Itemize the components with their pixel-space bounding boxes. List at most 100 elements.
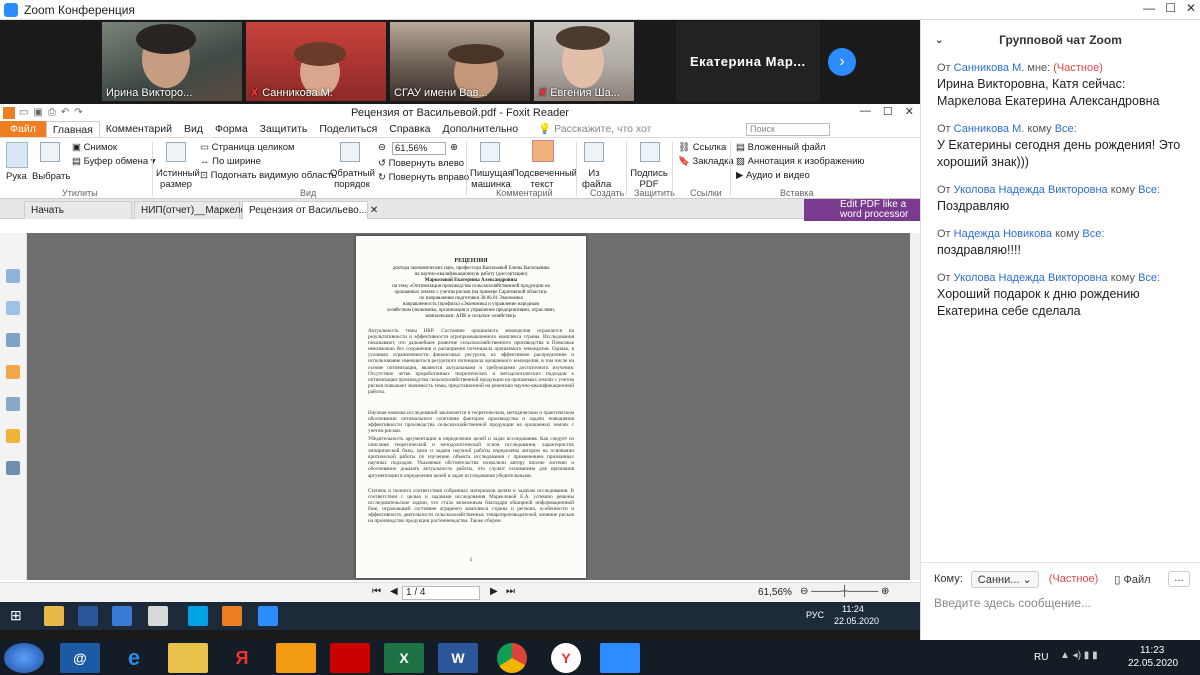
actual-size-button[interactable]: Истинный размер: [156, 168, 200, 190]
foxit-icon[interactable]: [222, 606, 242, 626]
zoom-out-icon[interactable]: ⊖: [378, 142, 386, 153]
word-icon[interactable]: W: [438, 643, 478, 673]
typewriter-icon[interactable]: [480, 142, 500, 162]
pages-icon[interactable]: [6, 269, 20, 283]
word-icon[interactable]: [78, 606, 98, 626]
reflow-button[interactable]: Обратный порядок: [330, 168, 375, 190]
edit-pdf-ad[interactable]: Edit PDF like a word processor: [804, 199, 920, 221]
sender-name[interactable]: Санникова М.: [954, 62, 1025, 74]
sender-name[interactable]: Санникова М.: [954, 123, 1025, 135]
fit-visible-button[interactable]: ⊡ Подогнать видимую область: [200, 170, 337, 181]
menu-share[interactable]: Поделиться: [313, 121, 383, 137]
signature-icon[interactable]: [6, 333, 20, 347]
clipboard-button[interactable]: ▤ Буфер обмена ▾: [72, 156, 156, 167]
typewriter-button[interactable]: Пишущая машинка: [470, 168, 513, 190]
fit-page-button[interactable]: ▭ Страница целиком: [200, 142, 295, 153]
chevron-down-icon[interactable]: ⌄: [935, 35, 943, 46]
undo-icon[interactable]: ↶: [61, 107, 69, 118]
mail-icon[interactable]: @: [60, 643, 100, 673]
snapshot-button[interactable]: ▣ Снимок: [72, 142, 117, 153]
language-indicator[interactable]: РУС: [806, 610, 824, 620]
menu-file[interactable]: Файл: [0, 121, 46, 137]
first-page-icon[interactable]: ⏮: [372, 586, 381, 597]
chat-message-input[interactable]: Введите здесь сообщение...: [934, 596, 1091, 610]
more-button[interactable]: ...: [1168, 571, 1190, 587]
chrome-icon[interactable]: [148, 606, 168, 626]
windows-start-icon[interactable]: ⊞: [10, 607, 22, 624]
tab-nip-report[interactable]: НИП(отчет)__Маркело...: [134, 201, 254, 219]
ie-icon[interactable]: e: [114, 643, 154, 673]
attached-file-button[interactable]: ▤ Вложенный файл: [736, 142, 826, 153]
tell-me-input[interactable]: 💡 Расскажите, что хот: [532, 121, 657, 137]
pdf-reader-icon[interactable]: [330, 643, 370, 673]
sender-name[interactable]: Уколова Надежда Викторовна: [954, 184, 1108, 196]
menu-protect[interactable]: Защитить: [254, 121, 314, 137]
print-icon[interactable]: ⎙: [48, 107, 56, 118]
select-tool[interactable]: Выбрать: [32, 171, 70, 182]
file-explorer-icon[interactable]: [44, 606, 64, 626]
select-icon[interactable]: [40, 142, 60, 162]
hand-tool[interactable]: Рука: [6, 171, 27, 182]
maximize-icon[interactable]: ☐: [1165, 1, 1176, 15]
highlight-button[interactable]: Подсвеченный текст: [512, 168, 577, 190]
zoom-icon[interactable]: [258, 606, 278, 626]
recipient-select[interactable]: Санни... ⌄: [970, 570, 1039, 588]
close-icon[interactable]: ✕: [1186, 1, 1196, 15]
lock-icon[interactable]: [6, 429, 20, 443]
sender-name[interactable]: Надежда Новикова: [954, 228, 1052, 240]
fit-width-button[interactable]: ↔ По ширине: [200, 156, 261, 167]
zoom-icon[interactable]: [600, 643, 640, 673]
participant-tile[interactable]: ✘ Евгения Ша...: [534, 22, 634, 101]
rotate-left-button[interactable]: ↺ Повернуть влево: [378, 158, 464, 169]
close-icon[interactable]: ✕: [905, 105, 914, 118]
minimize-icon[interactable]: —: [1143, 1, 1155, 15]
link-button[interactable]: ⛓ Ссылка: [678, 142, 726, 153]
comments-icon[interactable]: [6, 365, 20, 379]
participant-tile[interactable]: Екатерина Мар...: [676, 22, 820, 101]
zoom-input[interactable]: 61,56%: [392, 142, 446, 155]
signature-pen-icon[interactable]: [640, 142, 660, 162]
attachment-icon[interactable]: [6, 397, 20, 411]
last-page-icon[interactable]: ⏭: [506, 586, 515, 597]
audio-video-button[interactable]: ▶ Аудио и видео: [736, 170, 810, 181]
file-button[interactable]: ▯ Файл: [1114, 573, 1150, 586]
edit-icon[interactable]: [6, 461, 20, 475]
participant-tile[interactable]: Ирина Викторо...: [102, 22, 242, 101]
teamviewer-icon[interactable]: [112, 606, 132, 626]
media-player-icon[interactable]: [276, 643, 316, 673]
search-input[interactable]: Поиск: [746, 122, 830, 136]
open-icon[interactable]: ▭: [19, 107, 28, 118]
yandex-browser-icon[interactable]: Y: [551, 643, 581, 673]
minimize-icon[interactable]: —: [860, 105, 871, 118]
image-annotation-button[interactable]: ▨ Аннотация к изображению: [736, 156, 865, 167]
menu-view[interactable]: Вид: [178, 121, 209, 137]
from-file-button[interactable]: Из файла: [582, 168, 611, 190]
language-indicator[interactable]: RU: [1034, 652, 1048, 663]
redo-icon[interactable]: ↷: [74, 107, 82, 118]
menu-help[interactable]: Справка: [383, 121, 436, 137]
actual-size-icon[interactable]: [166, 142, 186, 162]
rotate-right-button[interactable]: ↻ Повернуть вправо: [378, 172, 469, 183]
vertical-scrollbar[interactable]: [910, 233, 920, 580]
hand-icon[interactable]: [6, 142, 28, 168]
skype-icon[interactable]: [188, 606, 208, 626]
next-page-icon[interactable]: ▶: [490, 586, 498, 597]
from-file-icon[interactable]: [584, 142, 604, 162]
menu-form[interactable]: Форма: [209, 121, 254, 137]
excel-icon[interactable]: X: [384, 643, 424, 673]
start-orb-icon[interactable]: [4, 643, 44, 673]
chrome-icon[interactable]: [497, 643, 527, 673]
bookmark-button[interactable]: 🔖 Закладка: [678, 156, 734, 167]
zoom-in-icon[interactable]: ⊕: [450, 142, 458, 153]
tray-icons[interactable]: ▲ ◂) ▮ ▮: [1060, 650, 1098, 661]
next-page-arrow-icon[interactable]: ›: [828, 48, 856, 76]
highlight-icon[interactable]: [532, 140, 554, 162]
tab-start[interactable]: Начать: [24, 201, 132, 219]
menu-home[interactable]: Главная: [45, 121, 100, 137]
participant-tile[interactable]: СГАУ имени Вав...: [390, 22, 530, 101]
tab-review[interactable]: Рецензия от Васильево... ✕: [242, 201, 378, 219]
menu-comment[interactable]: Комментарий: [100, 121, 178, 137]
sign-pdf-button[interactable]: Подпись PDF: [630, 168, 668, 190]
sender-name[interactable]: Уколова Надежда Викторовна: [954, 272, 1108, 284]
page-number-input[interactable]: 1 / 4: [402, 586, 480, 600]
